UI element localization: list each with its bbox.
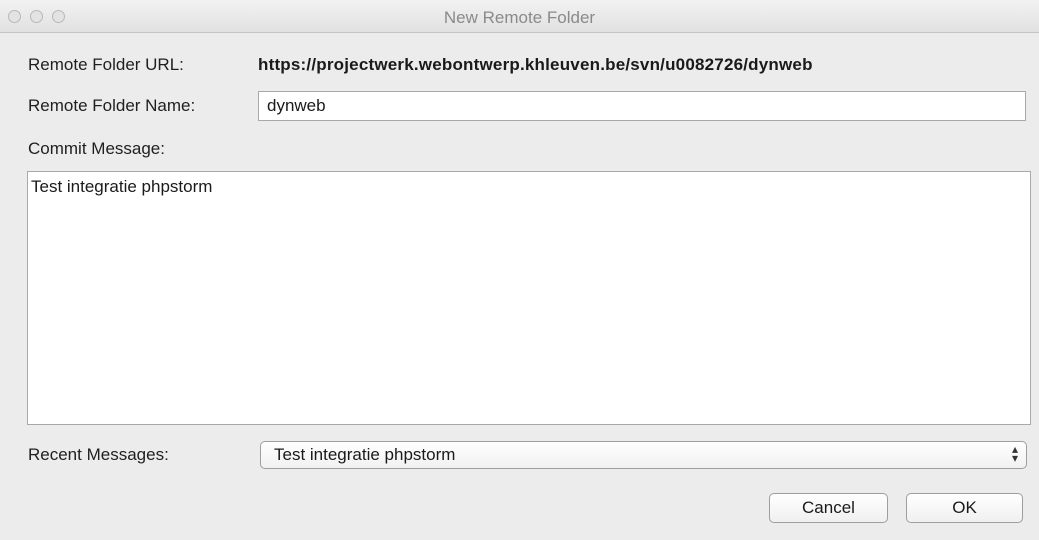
up-down-arrows-icon: ▴ ▾ — [1011, 442, 1018, 465]
commit-message-textarea[interactable]: Test integratie phpstorm — [27, 171, 1031, 425]
cancel-button[interactable]: Cancel — [769, 493, 888, 523]
title-bar[interactable]: New Remote Folder — [0, 0, 1039, 33]
recent-messages-select[interactable]: Test integratie phpstorm ▴ ▾ — [260, 441, 1027, 469]
remote-folder-url-label: Remote Folder URL: — [28, 55, 184, 74]
remote-folder-name-label: Remote Folder Name: — [28, 96, 196, 115]
recent-messages-label: Recent Messages: — [28, 445, 169, 464]
commit-message-label: Commit Message: — [28, 139, 165, 158]
ok-button[interactable]: OK — [906, 493, 1023, 523]
recent-messages-selected-value: Test integratie phpstorm — [274, 445, 456, 464]
new-remote-folder-dialog: New Remote Folder Remote Folder URL: htt… — [0, 0, 1039, 540]
remote-folder-url-value: https://projectwerk.webontwerp.khleuven.… — [258, 55, 813, 74]
remote-folder-name-input[interactable] — [258, 91, 1026, 121]
window-title: New Remote Folder — [443, 8, 596, 27]
